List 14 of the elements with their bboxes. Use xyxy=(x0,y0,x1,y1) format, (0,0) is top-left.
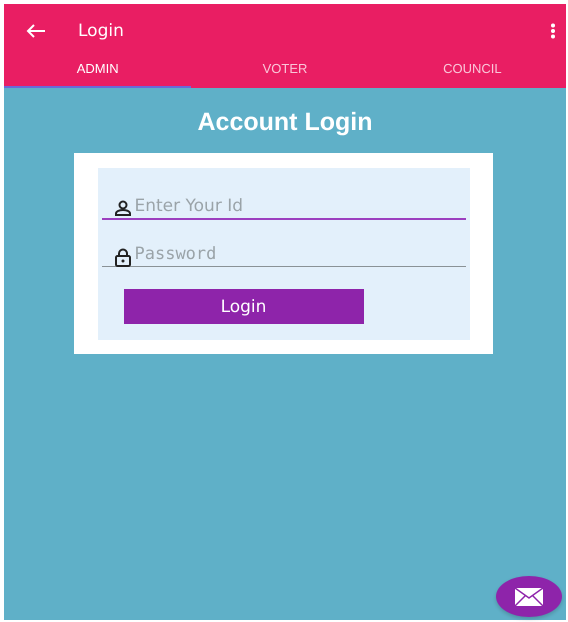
page-heading: Account Login xyxy=(196,108,374,137)
mail-button[interactable] xyxy=(496,576,562,617)
mail-icon xyxy=(514,586,544,606)
input-field[interactable]: Password xyxy=(102,244,466,267)
app-bar-title: Login xyxy=(78,21,125,41)
tab[interactable]: VOTER xyxy=(191,58,379,88)
back-arrow-icon[interactable] xyxy=(26,23,46,39)
tab[interactable]: ADMIN xyxy=(4,58,192,88)
lock-icon xyxy=(114,248,132,267)
user-icon xyxy=(114,200,132,216)
input-field[interactable]: Enter Your Id xyxy=(102,196,466,220)
tab[interactable]: COUNCIL xyxy=(378,58,566,88)
login-button[interactable]: Login xyxy=(124,289,364,324)
more-menu-icon[interactable] xyxy=(550,23,556,39)
